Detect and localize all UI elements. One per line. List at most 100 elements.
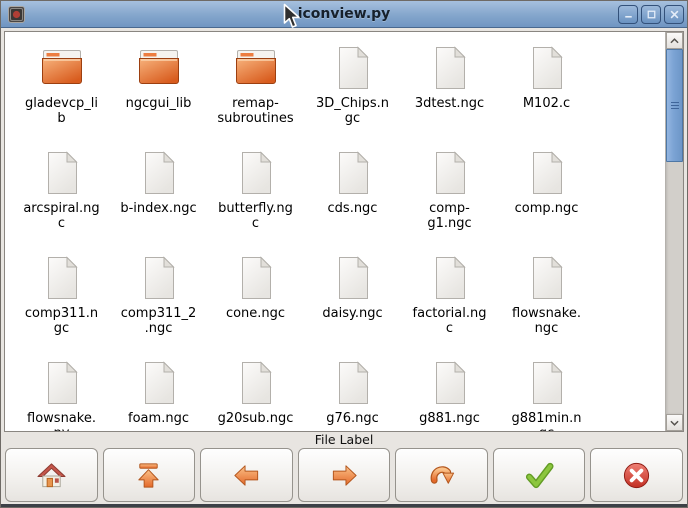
cancel-button[interactable]: [590, 448, 683, 502]
file-item-label: comp-g1.ngc: [411, 201, 488, 231]
folder-item[interactable]: gladevcp_lib: [13, 42, 110, 147]
file-item-label: remap-subroutines: [217, 96, 294, 126]
file-icon: [329, 149, 377, 197]
go-top-button[interactable]: [103, 448, 196, 502]
file-item[interactable]: g881min.ngc: [498, 357, 595, 431]
apply-button[interactable]: [493, 448, 586, 502]
file-icon: [426, 254, 474, 302]
file-item[interactable]: comp-g1.ngc: [401, 147, 498, 252]
close-button[interactable]: [664, 5, 684, 24]
thumb-grip: [671, 102, 679, 103]
go-back-button[interactable]: [200, 448, 293, 502]
file-icon: [426, 149, 474, 197]
icon-grid[interactable]: gladevcp_lib ngcgui_lib remap-subroutine…: [5, 32, 665, 431]
file-item-label: g881.ngc: [419, 411, 480, 426]
vertical-scrollbar[interactable]: [665, 32, 683, 431]
file-item[interactable]: g76.ngc: [304, 357, 401, 431]
home-button[interactable]: [5, 448, 98, 502]
file-item[interactable]: factorial.ngc: [401, 252, 498, 357]
file-item[interactable]: M102.c: [498, 42, 595, 147]
file-item-label: gladevcp_lib: [23, 96, 100, 126]
folder-item[interactable]: ngcgui_lib: [110, 42, 207, 147]
file-item[interactable]: flowsnake.py: [13, 357, 110, 431]
window-controls: [618, 5, 687, 24]
file-item-label: 3dtest.ngc: [415, 96, 484, 111]
cancel-icon: [621, 460, 652, 491]
jump-to-button[interactable]: [395, 448, 488, 502]
file-icon: [426, 44, 474, 92]
scroll-up-button[interactable]: [666, 32, 683, 49]
file-item[interactable]: comp.ngc: [498, 147, 595, 252]
jump-to-icon: [426, 460, 457, 491]
scrollbar-track[interactable]: [666, 49, 683, 414]
file-item-label: comp.ngc: [515, 201, 579, 216]
minimize-icon: [622, 8, 635, 21]
file-label: File Label: [315, 432, 374, 447]
go-forward-icon: [329, 460, 360, 491]
file-item-label: arcspiral.ngc: [23, 201, 100, 231]
file-item-label: g20sub.ngc: [218, 411, 294, 426]
file-item-label: g76.ngc: [326, 411, 379, 426]
file-icon: [38, 359, 86, 407]
file-icon: [135, 254, 183, 302]
file-icon: [135, 359, 183, 407]
file-item-label: cone.ngc: [226, 306, 285, 321]
folder-item[interactable]: remap-subroutines: [207, 42, 304, 147]
file-item-label: comp311_2.ngc: [120, 306, 197, 336]
file-icon: [523, 149, 571, 197]
scrollbar-thumb[interactable]: [666, 49, 683, 162]
file-icon: [38, 149, 86, 197]
file-icon: [232, 359, 280, 407]
file-item-label: cds.ngc: [328, 201, 378, 216]
window-bottom-edge: [1, 504, 687, 507]
file-icon: [426, 359, 474, 407]
folder-icon: [135, 44, 183, 92]
file-item[interactable]: butterfly.ngc: [207, 147, 304, 252]
maximize-icon: [645, 8, 658, 21]
file-icon: [232, 254, 280, 302]
scroll-down-button[interactable]: [666, 414, 683, 431]
chevron-down-icon: [670, 420, 679, 426]
maximize-button[interactable]: [641, 5, 661, 24]
file-item[interactable]: comp311_2.ngc: [110, 252, 207, 357]
file-item[interactable]: g20sub.ngc: [207, 357, 304, 431]
go-forward-button[interactable]: [298, 448, 391, 502]
file-item-label: b-index.ngc: [120, 201, 196, 216]
file-item[interactable]: cone.ngc: [207, 252, 304, 357]
file-item[interactable]: cds.ngc: [304, 147, 401, 252]
file-icon: [329, 359, 377, 407]
file-item[interactable]: foam.ngc: [110, 357, 207, 431]
file-item-label: flowsnake.ngc: [508, 306, 585, 336]
go-top-icon: [133, 460, 164, 491]
close-icon: [668, 8, 681, 21]
file-icon: [329, 44, 377, 92]
home-icon: [36, 460, 67, 491]
file-item[interactable]: comp311.ngc: [13, 252, 110, 357]
minimize-button[interactable]: [618, 5, 638, 24]
file-item-label: 3D_Chips.ngc: [314, 96, 391, 126]
file-item[interactable]: 3dtest.ngc: [401, 42, 498, 147]
chevron-up-icon: [670, 38, 679, 44]
file-item[interactable]: g881.ngc: [401, 357, 498, 431]
iconview-frame: gladevcp_lib ngcgui_lib remap-subroutine…: [4, 31, 684, 432]
window-title: iconview.py: [1, 6, 687, 22]
file-item[interactable]: arcspiral.ngc: [13, 147, 110, 252]
app-icon: [8, 6, 25, 23]
main-area: gladevcp_lib ngcgui_lib remap-subroutine…: [1, 28, 687, 432]
file-icon: [523, 254, 571, 302]
file-item[interactable]: 3D_Chips.ngc: [304, 42, 401, 147]
file-item-label: g881min.ngc: [508, 411, 585, 431]
go-back-icon: [231, 460, 262, 491]
file-item-label: daisy.ngc: [322, 306, 382, 321]
file-item-label: foam.ngc: [128, 411, 189, 426]
file-item[interactable]: b-index.ngc: [110, 147, 207, 252]
file-icon: [523, 359, 571, 407]
file-item-label: M102.c: [523, 96, 570, 111]
file-icon: [38, 254, 86, 302]
folder-icon: [38, 44, 86, 92]
titlebar[interactable]: iconview.py: [1, 1, 687, 28]
toolbar: [1, 446, 687, 504]
file-item[interactable]: flowsnake.ngc: [498, 252, 595, 357]
file-item-label: factorial.ngc: [411, 306, 488, 336]
file-item[interactable]: daisy.ngc: [304, 252, 401, 357]
